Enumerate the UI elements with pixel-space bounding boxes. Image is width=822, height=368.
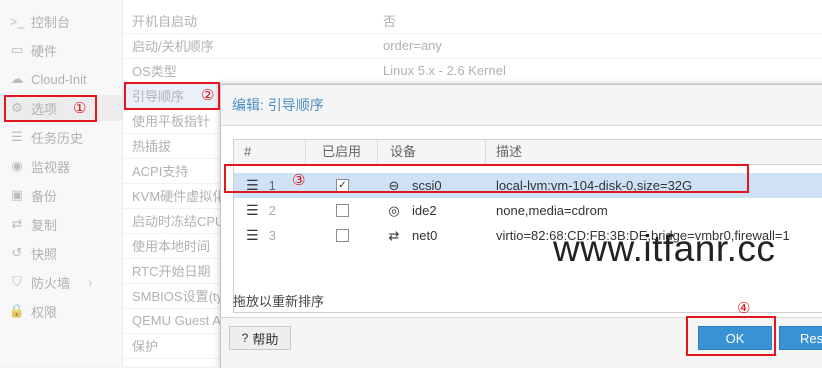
enabled-checkbox[interactable] <box>336 204 349 217</box>
help-label: 帮助 <box>252 331 279 347</box>
table-row[interactable]: ☰ 2 ◎ ide2 none,media=cdrom <box>234 198 822 223</box>
device-name: net0 <box>412 228 438 243</box>
question-icon: ? <box>241 331 249 345</box>
column-header-num[interactable]: # <box>234 140 306 164</box>
reset-button[interactable]: Reset <box>779 326 822 350</box>
table-header: # 已启用 设备 描述 <box>234 140 822 165</box>
drag-hint: 拖放以重新排序 <box>233 294 325 309</box>
annotation-marker-3: ③ <box>292 172 306 189</box>
device-description: none,media=cdrom <box>496 203 608 218</box>
column-header-desc[interactable]: 描述 <box>486 140 822 164</box>
dialog-header[interactable]: 编辑: 引导顺序 <box>221 85 822 126</box>
help-button[interactable]: ? 帮助 <box>229 326 291 350</box>
exchange-icon: ⇄ <box>388 227 400 243</box>
column-header-enabled[interactable]: 已启用 <box>306 140 378 164</box>
annotation-marker-1: ① <box>73 100 87 117</box>
column-header-device[interactable]: 设备 <box>378 140 486 164</box>
dialog-title: 编辑: 引导顺序 <box>232 97 324 113</box>
row-number: 3 <box>268 228 276 243</box>
cdrom-icon: ◎ <box>388 202 400 218</box>
annotation-box-ok <box>686 316 776 356</box>
annotation-marker-4: ④ <box>737 300 751 317</box>
watermark-text: www.itfanr.cc <box>553 228 776 269</box>
row-number: 2 <box>268 203 276 218</box>
device-name: ide2 <box>412 203 437 218</box>
drag-handle-icon[interactable]: ☰ <box>246 227 259 244</box>
drag-handle-icon[interactable]: ☰ <box>246 202 259 219</box>
annotation-marker-2: ② <box>201 87 215 104</box>
enabled-checkbox[interactable] <box>336 229 349 242</box>
